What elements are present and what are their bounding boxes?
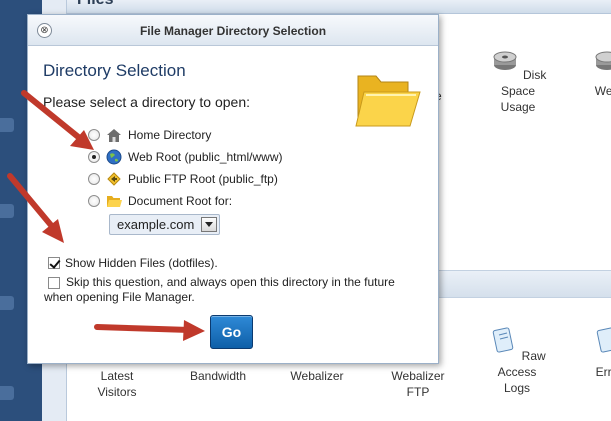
chevron-down-icon[interactable]: [201, 217, 217, 232]
document-root-radio[interactable]: [88, 195, 100, 207]
app-label: Latest Visitors: [97, 369, 137, 399]
dialog-prompt: Please select a directory to open:: [43, 94, 251, 110]
app-webalizer[interactable]: Webalizer: [281, 368, 353, 384]
dialog-title: File Manager Directory Selection: [139, 24, 327, 38]
sidebar-tab[interactable]: [0, 204, 14, 218]
skip-question-label: Skip this question, and always open this…: [44, 275, 395, 304]
error-log-icon: [596, 327, 611, 353]
app-bandwidth[interactable]: Bandwidth: [183, 368, 253, 384]
home-radio[interactable]: [88, 129, 100, 141]
go-button[interactable]: Go: [210, 315, 253, 349]
option-web-root[interactable]: Web Root (public_html/www): [88, 148, 283, 166]
app-latest-visitors[interactable]: Latest Visitors: [85, 368, 149, 400]
show-hidden-label: Show Hidden Files (dotfiles).: [65, 256, 218, 270]
sidebar-tab[interactable]: [0, 118, 14, 132]
disk-icon: [595, 51, 611, 70]
sidebar-tab[interactable]: [0, 386, 14, 400]
app-disk-space-usage[interactable]: Disk Space Usage: [483, 45, 553, 115]
disk-icon: [493, 51, 517, 70]
domain-select-value: example.com: [117, 217, 195, 232]
app-errors-partial[interactable]: Erro: [587, 326, 611, 380]
app-label: Webalizer FTP: [391, 369, 445, 399]
log-icon: [493, 327, 514, 353]
option-home-directory[interactable]: Home Directory: [88, 126, 211, 144]
option-label: Document Root for:: [128, 194, 233, 208]
ftp-icon: [107, 172, 121, 186]
app-raw-access-logs[interactable]: Raw Access Logs: [487, 326, 547, 396]
option-public-ftp-root[interactable]: Public FTP Root (public_ftp): [88, 170, 278, 188]
option-label: Public FTP Root (public_ftp): [128, 172, 278, 186]
web-root-radio[interactable]: [88, 151, 100, 163]
home-icon: [107, 129, 121, 142]
app-webalizer-ftp[interactable]: Webalizer FTP: [385, 368, 451, 400]
option-label: Web Root (public_html/www): [128, 150, 283, 164]
ftp-radio[interactable]: [88, 173, 100, 185]
app-label: Erro: [595, 365, 611, 379]
dialog-heading: Directory Selection: [43, 61, 186, 80]
show-hidden-files-option[interactable]: Show Hidden Files (dotfiles).: [48, 256, 218, 270]
app-label: Web: [594, 84, 611, 98]
app-web-partial[interactable]: Web: [587, 45, 611, 99]
app-label: Bandwidth: [189, 369, 247, 383]
sidebar-tab[interactable]: [0, 296, 14, 310]
option-label: Home Directory: [128, 128, 212, 142]
option-document-root[interactable]: Document Root for:: [88, 192, 232, 210]
show-hidden-checkbox[interactable]: [48, 257, 60, 269]
dialog-titlebar: ⊗ File Manager Directory Selection: [28, 15, 438, 46]
domain-select[interactable]: example.com: [109, 214, 220, 235]
globe-icon: [106, 149, 122, 165]
directory-selection-dialog: ⊗ File Manager Directory Selection Direc…: [27, 14, 439, 364]
app-label: Webalizer: [290, 369, 344, 383]
section-title: Files: [77, 0, 113, 9]
folder-icon: [355, 75, 421, 127]
files-section-header: Files: [67, 0, 611, 14]
folder-icon: [107, 196, 122, 207]
